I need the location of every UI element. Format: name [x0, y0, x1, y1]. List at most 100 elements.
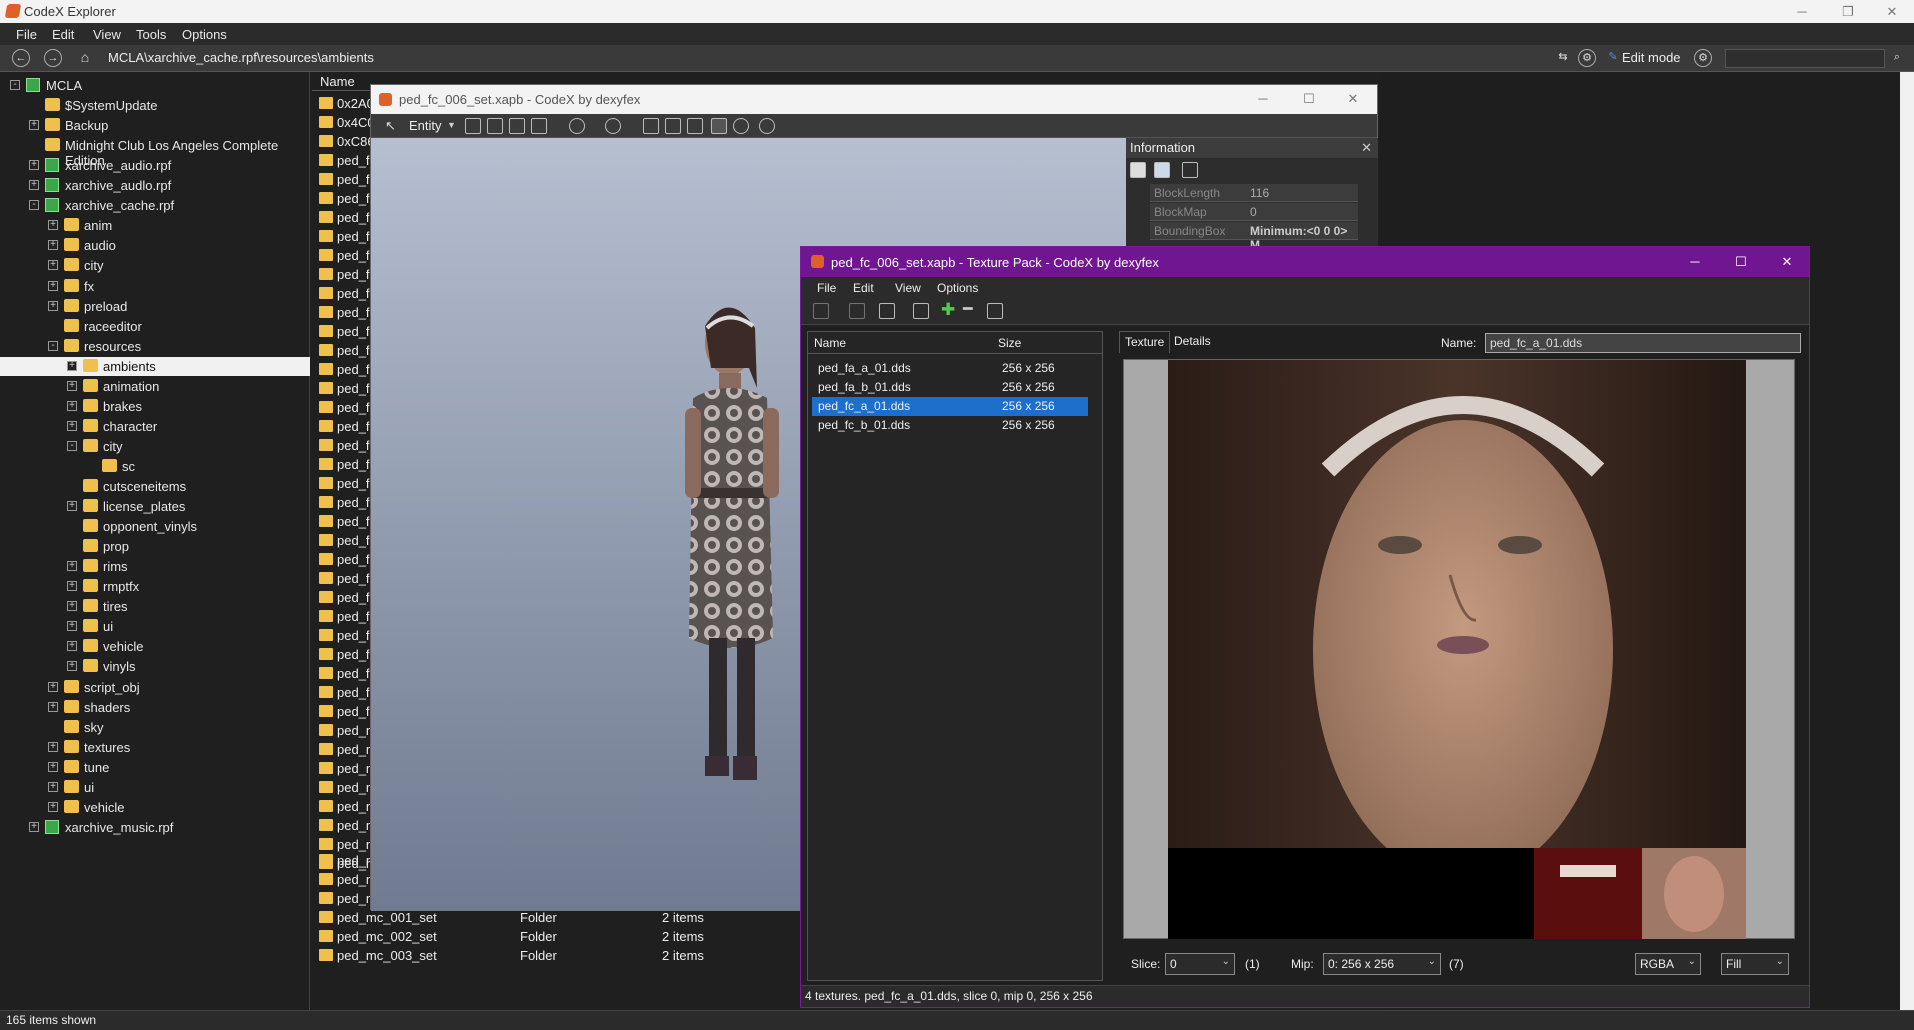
expand-icon[interactable]: +	[48, 761, 58, 772]
texture-row[interactable]: ped_fa_b_01.dds 256 x 256	[812, 378, 1088, 397]
save-icon[interactable]	[879, 303, 895, 319]
texture-pack-titlebar[interactable]: ped_fc_006_set.xapb - Texture Pack - Cod…	[801, 247, 1809, 277]
expand-icon[interactable]: +	[29, 160, 39, 171]
tree-item[interactable]: + anim	[0, 216, 310, 235]
tree-item[interactable]: + animation	[0, 377, 310, 396]
expand-icon[interactable]: +	[67, 621, 77, 632]
expand-icon[interactable]: +	[48, 280, 58, 291]
expand-icon[interactable]: +	[48, 300, 58, 311]
tree-item[interactable]: + vinyls	[0, 657, 310, 676]
property-pages-icon[interactable]	[1182, 162, 1198, 178]
tree-item[interactable]: - xarchive_cache.rpf	[0, 196, 310, 215]
expand-icon[interactable]: +	[48, 240, 58, 251]
replace-icon[interactable]	[987, 303, 1003, 319]
expand-icon[interactable]: +	[29, 821, 39, 832]
name-field[interactable]: ped_fc_a_01.dds	[1485, 333, 1801, 353]
expand-icon[interactable]: +	[48, 801, 58, 812]
tree-item[interactable]: + rmptfx	[0, 577, 310, 596]
tree-item[interactable]: + license_plates	[0, 497, 310, 516]
expand-icon[interactable]: +	[67, 420, 77, 431]
expand-icon[interactable]: +	[67, 601, 77, 612]
tree-item[interactable]: + xarchive_music.rpf	[0, 818, 310, 837]
expand-icon[interactable]: +	[67, 360, 77, 371]
close-icon[interactable]: ✕	[1767, 253, 1807, 271]
tree-item[interactable]: + xarchive_audlo.rpf	[0, 176, 310, 195]
tree-item[interactable]: - resources	[0, 337, 310, 356]
entity-dropdown[interactable]: Entity	[409, 118, 442, 133]
tree-item[interactable]: + city	[0, 256, 310, 275]
tree-item[interactable]: cutsceneitems	[0, 477, 310, 496]
slice-dropdown[interactable]: 0 ⌄	[1165, 953, 1235, 975]
tree-item[interactable]: sc	[0, 457, 310, 476]
expand-icon[interactable]: +	[48, 260, 58, 271]
expand-icon[interactable]: +	[29, 180, 39, 191]
close-icon[interactable]: ✕	[1333, 90, 1373, 108]
import-icon[interactable]	[813, 303, 829, 319]
checker-icon[interactable]	[687, 118, 703, 134]
tree-item[interactable]: + shaders	[0, 698, 310, 717]
texture-row[interactable]: ped_fc_b_01.dds 256 x 256	[812, 416, 1088, 435]
tree-item[interactable]: + tune	[0, 758, 310, 777]
search-input[interactable]	[1725, 49, 1885, 68]
texture-row[interactable]: ped_fc_a_01.dds 256 x 256	[812, 397, 1088, 416]
texture-preview[interactable]	[1123, 359, 1795, 939]
expand-icon[interactable]: +	[67, 661, 77, 672]
forward-icon[interactable]: →	[44, 49, 62, 67]
tree-item[interactable]: + ambients	[0, 356, 310, 376]
tab-details[interactable]: Details	[1169, 331, 1216, 353]
channel-dropdown[interactable]: RGBA ⌄	[1635, 953, 1701, 975]
expand-icon[interactable]: +	[67, 641, 77, 652]
tree-item[interactable]: + vehicle	[0, 798, 310, 817]
menu-options[interactable]: Options	[937, 281, 978, 296]
list-item[interactable]: ped_mc_003_set Folder 2 items	[312, 946, 832, 965]
model-viewer-titlebar[interactable]: ped_fc_006_set.xapb - CodeX by dexyfex ─…	[371, 85, 1377, 114]
texture-pack-window[interactable]: ped_fc_006_set.xapb - Texture Pack - Cod…	[800, 246, 1810, 1008]
collapse-icon[interactable]: -	[48, 340, 58, 351]
alphabetical-icon[interactable]	[1154, 162, 1170, 178]
tree-item[interactable]: + textures	[0, 738, 310, 757]
vertical-scrollbar[interactable]	[1900, 72, 1914, 1010]
tree-item[interactable]: + ui	[0, 617, 310, 636]
collapse-icon[interactable]: -	[10, 80, 20, 90]
texture-list[interactable]: Name Size ped_fa_a_01.dds 256 x 256 ped_fa…	[807, 331, 1103, 981]
categorized-icon[interactable]	[1130, 162, 1146, 178]
tree-item[interactable]: Midnight Club Los Angeles Complete Editi…	[0, 136, 310, 168]
menu-file[interactable]: File	[16, 27, 37, 42]
tree-item[interactable]: + Backup	[0, 116, 310, 135]
tree-item[interactable]: opponent_vinyls	[0, 517, 310, 536]
tree-item[interactable]: + xarchive_audio.rpf	[0, 156, 310, 175]
sync-icon[interactable]: ⇆	[1554, 49, 1572, 67]
maximize-icon[interactable]: ❐	[1828, 3, 1868, 21]
tree-item[interactable]: + rims	[0, 557, 310, 576]
fill-mode-dropdown[interactable]: Fill ⌄	[1721, 953, 1789, 975]
expand-icon[interactable]: +	[67, 561, 77, 572]
tree-item[interactable]: - MCLA	[0, 76, 310, 95]
export-icon[interactable]	[849, 303, 865, 319]
column-size-header[interactable]: Size	[998, 336, 1021, 351]
menu-tools[interactable]: Tools	[136, 27, 166, 42]
add-icon[interactable]: ✚	[941, 301, 955, 318]
menu-options[interactable]: Options	[182, 27, 227, 42]
layers-icon[interactable]	[665, 118, 681, 134]
maximize-icon[interactable]: ☐	[1289, 90, 1329, 108]
property-row[interactable]: BoundingBox Minimum:<0 0 0> M	[1150, 222, 1358, 252]
move-icon[interactable]	[465, 118, 481, 134]
minimize-icon[interactable]: ─	[1675, 253, 1715, 271]
tree-item[interactable]: + character	[0, 417, 310, 436]
collapse-icon[interactable]: -	[29, 200, 39, 211]
tree-item[interactable]: sky	[0, 718, 310, 737]
reset-icon[interactable]	[733, 118, 749, 134]
column-name-header[interactable]: Name	[320, 74, 355, 89]
minimize-icon[interactable]: ─	[1782, 3, 1822, 21]
tree-item[interactable]: + ui	[0, 778, 310, 797]
search-icon[interactable]: ⌕	[1888, 49, 1906, 67]
property-row[interactable]: BlockMap 0	[1150, 203, 1358, 221]
redo-icon[interactable]	[605, 118, 621, 134]
edit-mode-button[interactable]: Edit mode	[1622, 50, 1681, 65]
expand-icon[interactable]: +	[48, 781, 58, 792]
remove-icon[interactable]: ━	[963, 302, 973, 318]
texture-row[interactable]: ped_fa_a_01.dds 256 x 256	[812, 359, 1088, 378]
settings-circle-icon[interactable]: ⚙	[1578, 49, 1596, 67]
path-input[interactable]: MCLA\xarchive_cache.rpf\resources\ambien…	[108, 50, 1328, 68]
menu-edit[interactable]: Edit	[853, 281, 874, 296]
